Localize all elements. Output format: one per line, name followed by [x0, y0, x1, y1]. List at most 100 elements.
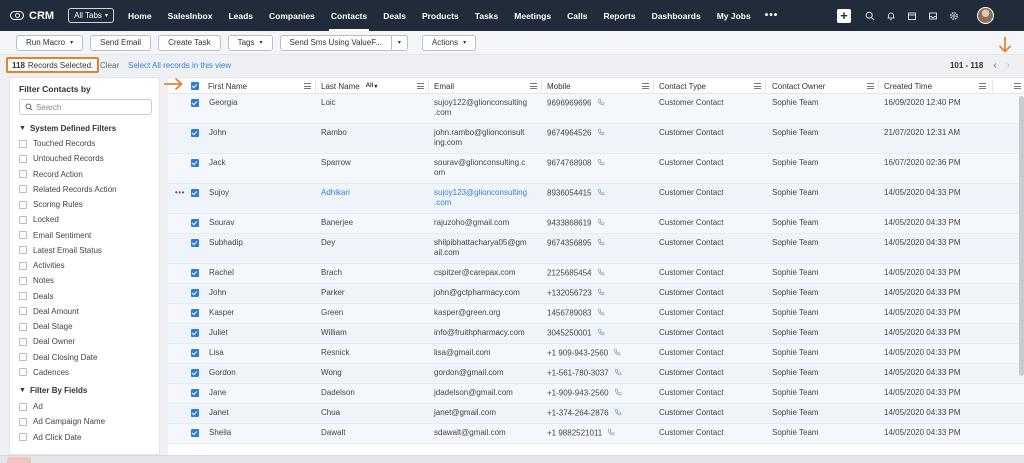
table-row[interactable]: Jack Sparrow sourav@glionconsulting.c om 967… [168, 154, 1024, 184]
row-checkbox[interactable] [191, 429, 199, 437]
row-checkbox[interactable] [191, 389, 199, 397]
filter-touched-records[interactable]: Touched Records [19, 139, 95, 148]
col-last-name[interactable]: Last Name All ▾ [321, 78, 424, 94]
filter-untouched-records[interactable]: Untouched Records [19, 154, 104, 163]
cell-email[interactable]: sujoy123@glionconsulting .com [434, 188, 539, 208]
table-row[interactable]: Sheila Dawalt sdawalt@gmail.com +1 98825210… [168, 424, 1024, 444]
filter-checkbox[interactable] [19, 292, 27, 300]
filter-checkbox[interactable] [19, 417, 27, 426]
tags-button[interactable]: Tags ▾ [227, 34, 273, 51]
search-icon[interactable] [861, 7, 879, 25]
phone-icon[interactable] [597, 98, 605, 109]
phone-icon[interactable] [597, 268, 605, 279]
filter-deal-owner[interactable]: Deal Owner [19, 337, 75, 346]
plus-icon[interactable]: + [837, 8, 851, 23]
table-row[interactable]: John Parker john@gctpharmacy.com +132056723… [168, 284, 1024, 304]
next-page-icon[interactable]: › [1007, 60, 1010, 71]
filter-deal-amount[interactable]: Deal Amount [19, 307, 79, 316]
row-checkbox[interactable] [191, 289, 199, 297]
create-task-button[interactable]: Create Task [158, 34, 221, 51]
phone-icon[interactable] [597, 308, 605, 319]
filter-deal-stage[interactable]: Deal Stage [19, 322, 73, 331]
filter-deals[interactable]: Deals [19, 292, 53, 301]
nav-tab-meetings[interactable]: Meetings [506, 0, 559, 31]
column-menu-icon[interactable] [867, 83, 874, 89]
table-row[interactable]: John Rambo john.rambo@glionconsult ing.com 9… [168, 124, 1024, 154]
run-macro-button[interactable]: Run Macro ▾ [16, 34, 84, 51]
phone-icon[interactable] [613, 348, 621, 359]
nav-tab-companies[interactable]: Companies [261, 0, 323, 31]
phone-icon[interactable] [597, 128, 605, 139]
row-checkbox[interactable] [191, 129, 199, 137]
nav-tab-contacts[interactable]: Contacts [323, 0, 375, 31]
filter-checkbox[interactable] [19, 170, 27, 178]
filter-checkbox[interactable] [19, 276, 27, 285]
table-row[interactable]: Lisa Resnick lisa@gmail.com +1 909-943-2560… [168, 344, 1024, 364]
filter-activities[interactable]: Activities [19, 261, 65, 270]
last-name-filter-badge[interactable]: All [366, 83, 374, 89]
nav-tab-reports[interactable]: Reports [595, 0, 643, 31]
nav-tab-home[interactable]: Home [120, 0, 160, 31]
inbox-icon[interactable] [924, 7, 942, 25]
phone-icon[interactable] [597, 158, 605, 169]
table-row[interactable]: Kasper Green kasper@green.org 1456789083 Cus… [168, 304, 1024, 324]
filter-record-action[interactable]: Record Action [19, 170, 83, 179]
filter-checkbox[interactable] [19, 353, 27, 361]
row-checkbox[interactable] [191, 349, 199, 357]
filter-checkbox[interactable] [19, 139, 27, 148]
send-sms-dropdown[interactable]: ▾ [391, 34, 408, 51]
nav-tab-salesinbox[interactable]: SalesInbox [160, 0, 221, 31]
filter-related-records-action[interactable]: Related Records Action [19, 185, 117, 194]
table-row[interactable]: Georgia Loic sujoy122@glionconsulting .com 9… [168, 94, 1024, 124]
filter-checkbox[interactable] [19, 215, 27, 224]
row-checkbox[interactable] [191, 219, 199, 227]
column-menu-icon[interactable] [642, 83, 649, 89]
phone-icon[interactable] [607, 428, 615, 439]
field-filters-group[interactable]: ▼ Filter By Fields [19, 386, 87, 395]
filter-checkbox[interactable] [19, 261, 27, 270]
nav-tab-deals[interactable]: Deals [375, 0, 414, 31]
actions-button[interactable]: Actions ▾ [421, 34, 477, 51]
phone-icon[interactable] [614, 408, 622, 419]
row-checkbox[interactable] [191, 239, 199, 247]
column-menu-icon[interactable] [530, 83, 537, 89]
nav-more-button[interactable]: ••• [759, 0, 785, 31]
filter-search-input[interactable] [36, 102, 146, 112]
filter-email-sentiment[interactable]: Email Sentiment [19, 231, 91, 240]
row-checkbox[interactable] [191, 99, 199, 107]
nav-tab-tasks[interactable]: Tasks [467, 0, 506, 31]
nav-tab-my-jobs[interactable]: My Jobs [709, 0, 759, 31]
prev-page-icon[interactable]: ‹ [993, 60, 996, 71]
all-tabs-button[interactable]: All Tabs ▾ [68, 8, 114, 23]
notification-badge[interactable] [7, 457, 31, 463]
nav-tab-dashboards[interactable]: Dashboards [644, 0, 709, 31]
col-email[interactable]: Email [434, 78, 537, 94]
row-checkbox[interactable] [191, 369, 199, 377]
cell-last-name[interactable]: Adhikari [321, 188, 350, 198]
table-row[interactable]: Sourav Banerjee rajuzoho@gmail.com 94338686… [168, 214, 1024, 234]
send-sms-button[interactable]: Send Sms Using ValueF... [279, 34, 392, 51]
calendar-icon[interactable] [903, 7, 921, 25]
gear-icon[interactable] [945, 7, 963, 25]
phone-icon[interactable] [614, 388, 622, 399]
filter-notes[interactable]: Notes [19, 276, 54, 285]
row-checkbox[interactable] [191, 329, 199, 337]
col-contact-type[interactable]: Contact Type [659, 78, 761, 94]
select-all-checkbox[interactable] [191, 82, 199, 90]
col-created-time[interactable]: Created Time [884, 78, 986, 94]
column-menu-icon[interactable] [754, 83, 761, 89]
filter-checkbox[interactable] [19, 200, 27, 209]
column-menu-icon[interactable] [979, 83, 986, 89]
table-row[interactable]: Gordon Wong gordon@gmail.com +1-561-780-303… [168, 364, 1024, 384]
col-first-name[interactable]: First Name [208, 78, 311, 94]
bell-icon[interactable] [882, 7, 900, 25]
crm-logo[interactable]: CRM [10, 10, 54, 22]
nav-tab-products[interactable]: Products [414, 0, 467, 31]
filter-cadences[interactable]: Cadences [19, 368, 69, 377]
filter-checkbox[interactable] [19, 433, 27, 441]
filter-checkbox[interactable] [19, 368, 27, 377]
filter-checkbox[interactable] [19, 402, 27, 411]
filter-checkbox[interactable] [19, 231, 27, 239]
phone-icon[interactable] [597, 218, 605, 229]
column-menu-icon[interactable] [417, 83, 424, 89]
